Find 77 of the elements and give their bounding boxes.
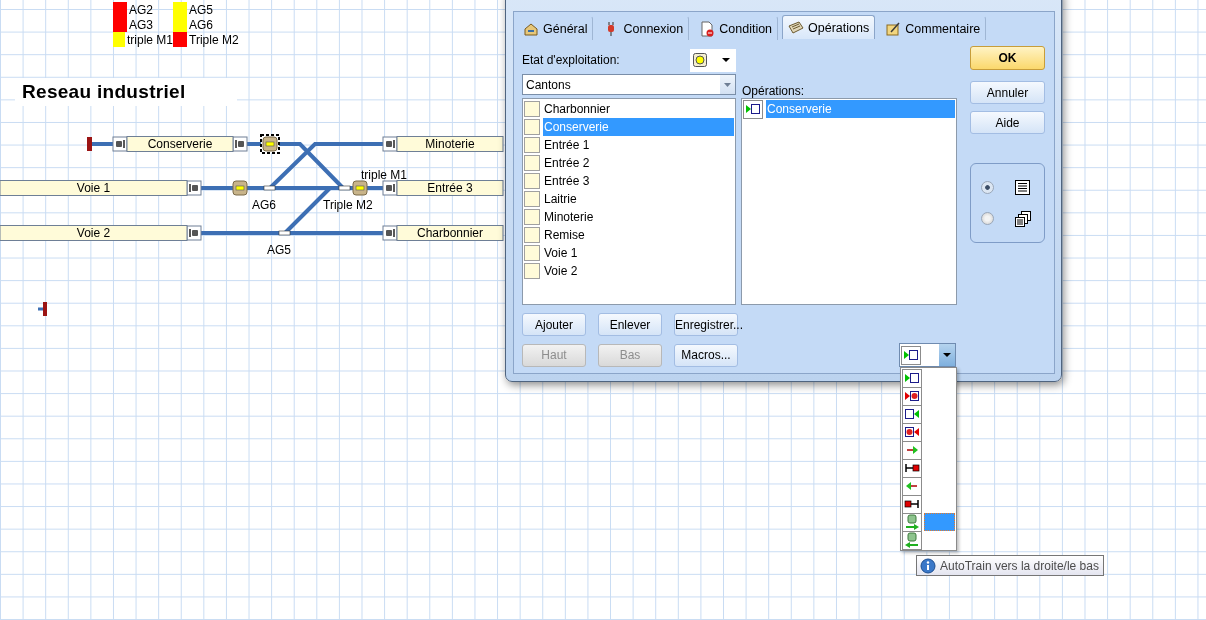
block-end-icon [382, 225, 398, 241]
block-end-icon [382, 136, 398, 152]
block-swatch [524, 245, 540, 261]
signal-icon [232, 180, 248, 196]
keyboard-icon [788, 19, 805, 36]
block-end-icon [112, 136, 128, 152]
list-item[interactable]: Charbonnier [543, 100, 734, 118]
list-item[interactable]: Remise [543, 226, 734, 244]
tab[interactable]: Connexion [597, 16, 690, 40]
list-item[interactable]: Entrée 1 [543, 136, 734, 154]
dialog-button[interactable]: Aide [970, 111, 1045, 134]
turnout-label: AG5 [267, 243, 291, 257]
block-swatch [524, 263, 540, 279]
legend-label: AG6 [189, 17, 213, 32]
list-item[interactable]: Entrée 2 [543, 154, 734, 172]
block-label: Voie 2 [0, 225, 188, 241]
caret-icon [724, 82, 731, 87]
signal-icon [693, 53, 707, 67]
switch-marker [263, 185, 276, 191]
field-label: Etat d'exploitation: [522, 53, 621, 67]
block-swatch [524, 155, 540, 171]
field-label: Opérations: [742, 84, 805, 98]
caret-icon [722, 58, 730, 62]
list-button[interactable]: Macros... [674, 343, 738, 367]
block-swatch [524, 119, 540, 135]
buffer-stop-icon [38, 302, 47, 316]
category-select[interactable]: Cantons [522, 74, 736, 95]
turnout-label: triple M1 [361, 168, 407, 182]
radio-button[interactable] [981, 180, 994, 194]
switch-marker [278, 230, 291, 236]
dialog-button[interactable]: OK [970, 46, 1045, 70]
windows-icon [1015, 210, 1031, 227]
block-swatch [524, 137, 540, 153]
legend-label: AG3 [129, 17, 153, 32]
block-label: Conserverie [126, 136, 234, 152]
notepad-icon [885, 20, 902, 37]
operation-dropdown[interactable] [899, 343, 956, 367]
list-button[interactable]: Enlever [598, 313, 662, 336]
turnout-label: AG6 [252, 198, 276, 212]
tab[interactable]: Condition [693, 16, 779, 40]
signal-icon [260, 134, 280, 154]
list-item[interactable]: Voie 2 [543, 262, 734, 280]
list-item[interactable]: Laitrie [543, 190, 734, 208]
list-button[interactable]: Ajouter [522, 313, 586, 336]
block-label: Entrée 3 [396, 180, 504, 196]
tab[interactable]: Général [517, 16, 594, 40]
block-swatch [524, 209, 540, 225]
info-icon [920, 557, 936, 574]
list-item[interactable]: Entrée 3 [543, 172, 734, 190]
tab[interactable]: Commentaire [879, 16, 987, 40]
block-swatch [524, 101, 540, 117]
dialog-button[interactable]: Annuler [970, 81, 1045, 104]
caret-icon [943, 353, 951, 357]
list-icon [1015, 179, 1030, 195]
legend-label: AG2 [129, 2, 153, 17]
legend-label: Triple M2 [189, 32, 239, 47]
tooltip-text: AutoTrain vers la droite/le bas [940, 558, 1099, 573]
state-dropdown[interactable] [690, 48, 736, 72]
block-label: Minoterie [396, 136, 504, 152]
list-item[interactable]: Minoterie [543, 208, 734, 226]
list-item[interactable]: Voie 1 [543, 244, 734, 262]
legend-label: triple M1 [127, 32, 173, 47]
block-label: Voie 1 [0, 180, 188, 196]
turnout-label: Triple M2 [323, 198, 373, 212]
block-swatch [524, 173, 540, 189]
block-label: Charbonnier [396, 225, 504, 241]
block-swatch [524, 191, 540, 207]
switch-marker [338, 185, 351, 191]
legend-label: AG5 [189, 2, 213, 17]
tab[interactable]: Opérations [782, 15, 876, 39]
block-swatch [524, 227, 540, 243]
signal-icon [352, 180, 368, 196]
radio-button[interactable] [981, 212, 994, 225]
document-icon [699, 20, 716, 37]
canvas-title: Reseau industriel [15, 78, 237, 106]
block-end-icon [382, 180, 398, 196]
buffer-stop-icon [87, 137, 92, 151]
